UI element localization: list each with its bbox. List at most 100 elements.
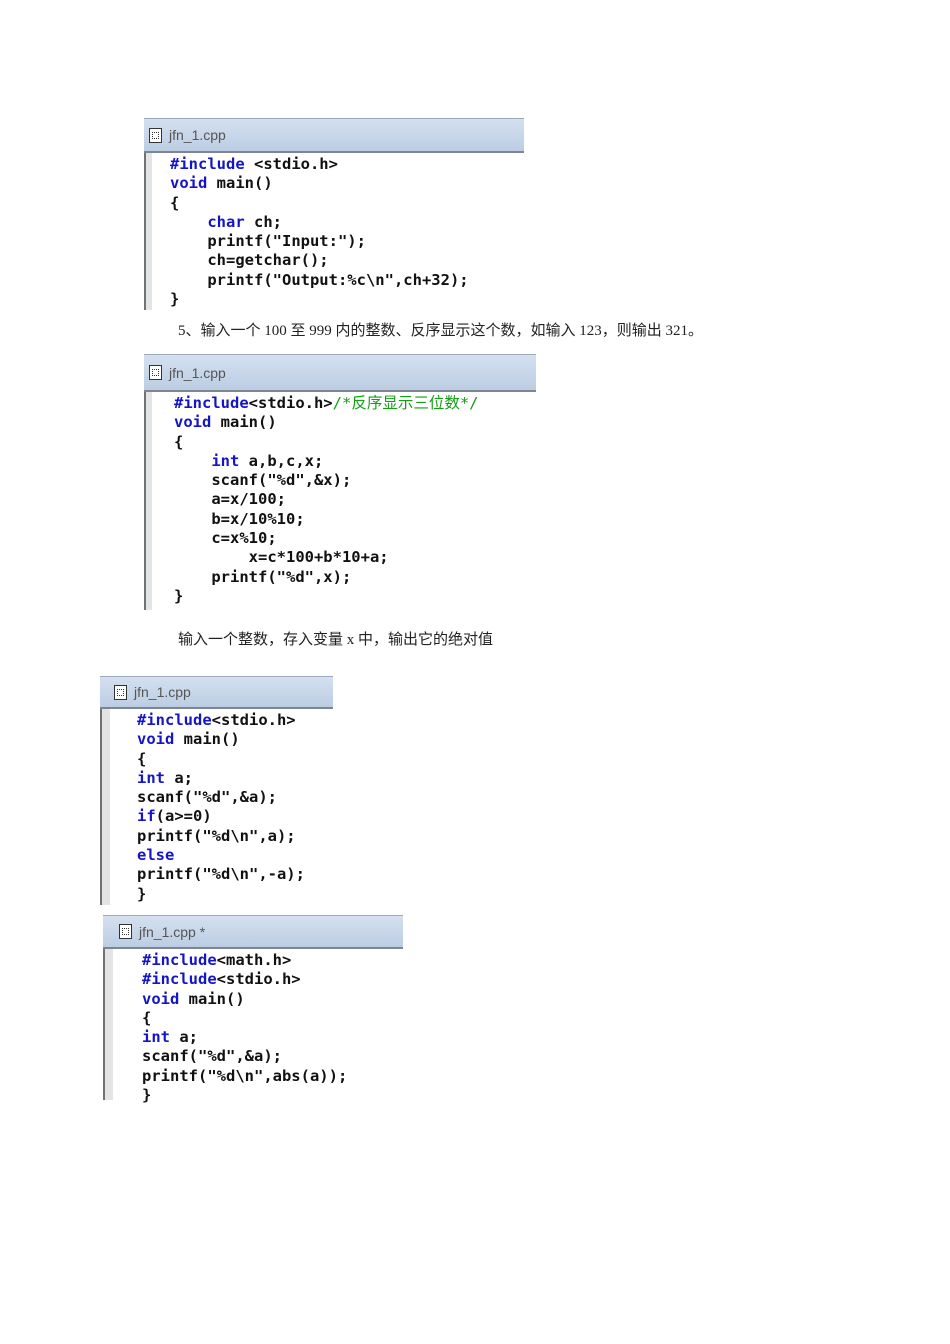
code-text: a=x/100; xyxy=(174,490,286,509)
code-text: b=x/10%10; xyxy=(174,509,305,528)
code-line: void main() xyxy=(174,413,478,432)
code-line: scanf("%d",&a); xyxy=(137,788,305,807)
code-comment: /*反序显示三位数*/ xyxy=(332,394,479,412)
code-text: a; xyxy=(170,1028,198,1047)
tab-title: jfn_1.cpp xyxy=(134,684,191,700)
code-keyword: void xyxy=(137,730,175,749)
exercise-abs-text: 输入一个整数，存入变量 x 中，输出它的绝对值 xyxy=(178,632,494,648)
code-text: main() xyxy=(179,989,245,1008)
code-line: int a,b,c,x; xyxy=(174,452,478,471)
code-line: printf("%d\n",a); xyxy=(137,827,305,846)
code-line: void main() xyxy=(142,990,347,1009)
code-line: scanf("%d",&a); xyxy=(142,1047,347,1066)
code-keyword: char xyxy=(207,212,245,231)
tab-title: jfn_1.cpp * xyxy=(139,923,206,940)
code-line: #include<stdio.h> xyxy=(142,970,347,989)
code-line: void main() xyxy=(170,174,469,193)
code-text: { xyxy=(174,432,184,451)
file-icon xyxy=(149,365,162,380)
code-block: #include <stdio.h> void main(){ char ch; … xyxy=(170,155,469,309)
exercise-5-text: 5、输入一个 100 至 999 内的整数、反序显示这个数，如输入 123，则输… xyxy=(178,323,704,339)
code-line: c=x%10; xyxy=(174,529,478,548)
code-line: { xyxy=(137,750,305,769)
code-text: a; xyxy=(165,768,193,787)
code-keyword: void xyxy=(142,989,180,1008)
code-line: printf("%d",x); xyxy=(174,568,478,587)
code-block: #include<stdio.h>/*反序显示三位数*/void main(){… xyxy=(174,394,478,606)
code-line: printf("%d\n",abs(a)); xyxy=(142,1067,347,1086)
code-line: printf("Output:%c\n",ch+32); xyxy=(170,271,468,290)
code-screenshot-4: jfn_1.cpp * #include<math.h> #include<std… xyxy=(103,915,403,1104)
code-text: printf("%d\n",-a); xyxy=(137,865,305,884)
code-line: int a; xyxy=(137,769,305,788)
code-line: #include<stdio.h>/*反序显示三位数*/ xyxy=(174,394,478,413)
tab-title: jfn_1.cpp xyxy=(169,127,226,143)
code-keyword: void xyxy=(170,174,208,193)
code-line: void main() xyxy=(137,730,305,749)
code-line: } xyxy=(170,290,469,309)
code-text: (a>=0) xyxy=(155,807,212,826)
code-text: main() xyxy=(211,413,277,432)
code-text: ch; xyxy=(244,212,282,231)
code-text: { xyxy=(137,749,147,768)
editor-tab: jfn_1.cpp xyxy=(144,118,524,153)
code-line: a=x/100; xyxy=(174,490,478,509)
code-line: if(a>=0) xyxy=(137,807,305,826)
code-line: else xyxy=(137,846,305,865)
code-keyword: #include xyxy=(174,394,249,412)
code-keyword: #include xyxy=(170,155,245,173)
file-icon xyxy=(149,127,162,143)
code-text: main() xyxy=(174,730,240,749)
code-line: } xyxy=(174,587,478,606)
code-text: { xyxy=(142,1008,152,1027)
code-line: } xyxy=(142,1086,347,1105)
code-text: printf("%d\n",abs(a)); xyxy=(142,1066,348,1085)
code-text: } xyxy=(170,290,180,309)
code-keyword: if xyxy=(137,807,156,826)
code-line: int a; xyxy=(142,1028,347,1047)
code-text: scanf("%d",&x); xyxy=(174,471,352,490)
code-text: } xyxy=(137,884,147,903)
code-line: #include<math.h> xyxy=(142,951,347,970)
code-text: } xyxy=(174,586,184,605)
code-text: <stdio.h> xyxy=(248,394,333,412)
code-text: scanf("%d",&a); xyxy=(142,1047,282,1066)
file-icon xyxy=(119,924,132,939)
code-block: #include<stdio.h> void main(){int a; scanf… xyxy=(137,711,305,904)
code-line: #include <stdio.h> xyxy=(170,155,469,174)
code-text: printf("Input:"); xyxy=(170,232,366,251)
code-keyword: void xyxy=(174,413,212,432)
document-page: jfn_1.cpp #include <stdio.h> void main(){… xyxy=(0,0,950,1344)
code-text: printf("%d\n",a); xyxy=(137,826,296,845)
code-line: #include<stdio.h> xyxy=(137,711,305,730)
editor-tab: jfn_1.cpp xyxy=(100,676,333,709)
code-screenshot-2: jfn_1.cpp #include<stdio.h>/*反序显示三位数*/vo… xyxy=(144,354,536,610)
code-text: x=c*100+b*10+a; xyxy=(174,548,389,567)
code-line: } xyxy=(137,885,305,904)
code-line: b=x/10%10; xyxy=(174,510,478,529)
code-text: a,b,c,x; xyxy=(239,451,324,470)
code-text: } xyxy=(142,1086,152,1105)
code-line: { xyxy=(142,1009,347,1028)
code-screenshot-1: jfn_1.cpp #include <stdio.h> void main(){… xyxy=(144,118,524,310)
editor-tab: jfn_1.cpp * xyxy=(103,915,403,949)
tab-title: jfn_1.cpp xyxy=(169,364,226,381)
code-line: char ch; xyxy=(170,213,469,232)
code-line: { xyxy=(174,433,478,452)
code-keyword: else xyxy=(137,846,175,865)
code-keyword: #include xyxy=(137,711,212,729)
code-keyword: int xyxy=(142,1028,170,1047)
code-keyword: #include xyxy=(142,951,217,969)
code-text: <stdio.h> xyxy=(216,970,301,989)
file-icon xyxy=(114,684,127,700)
code-keyword: int xyxy=(137,768,165,787)
code-line: printf("%d\n",-a); xyxy=(137,865,305,884)
code-line: printf("Input:"); xyxy=(170,232,469,251)
code-screenshot-3: jfn_1.cpp #include<stdio.h> void main(){i… xyxy=(100,676,333,905)
code-line: { xyxy=(170,194,469,213)
code-text: printf("%d",x); xyxy=(174,567,352,586)
code-text: <stdio.h> xyxy=(244,155,338,173)
code-text: ch=getchar(); xyxy=(170,251,329,270)
